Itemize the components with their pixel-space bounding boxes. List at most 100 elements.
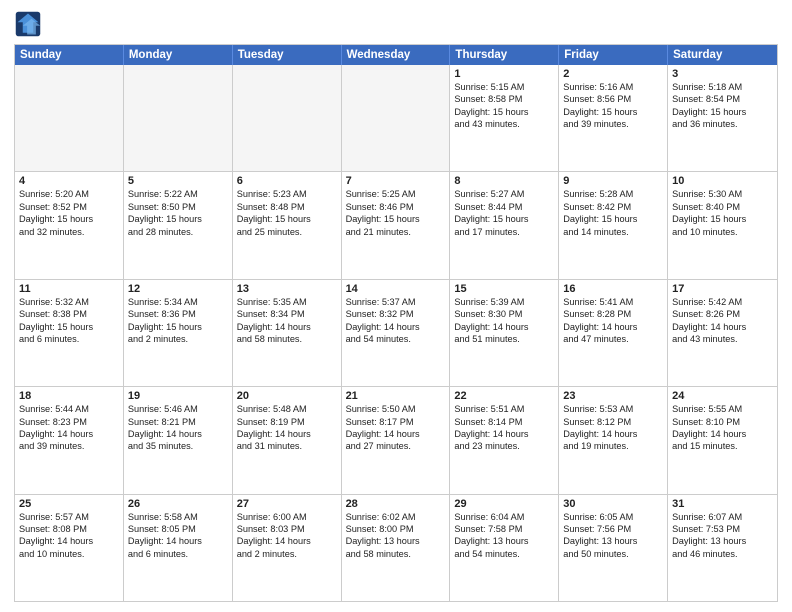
day-info: Sunrise: 6:07 AM Sunset: 7:53 PM Dayligh…: [672, 511, 773, 561]
day-number: 23: [563, 390, 663, 402]
calendar-cell: 21Sunrise: 5:50 AM Sunset: 8:17 PM Dayli…: [342, 387, 451, 493]
calendar-cell: 14Sunrise: 5:37 AM Sunset: 8:32 PM Dayli…: [342, 280, 451, 386]
calendar-cell: 24Sunrise: 5:55 AM Sunset: 8:10 PM Dayli…: [668, 387, 777, 493]
day-number: 17: [672, 283, 773, 295]
calendar-cell: 2Sunrise: 5:16 AM Sunset: 8:56 PM Daylig…: [559, 65, 668, 171]
day-number: 31: [672, 498, 773, 510]
header: [14, 10, 778, 38]
day-number: 19: [128, 390, 228, 402]
calendar-header-cell: Monday: [124, 45, 233, 65]
calendar-cell: 26Sunrise: 5:58 AM Sunset: 8:05 PM Dayli…: [124, 495, 233, 601]
day-info: Sunrise: 6:02 AM Sunset: 8:00 PM Dayligh…: [346, 511, 446, 561]
day-number: 14: [346, 283, 446, 295]
calendar-week: 1Sunrise: 5:15 AM Sunset: 8:58 PM Daylig…: [15, 65, 777, 172]
day-info: Sunrise: 6:00 AM Sunset: 8:03 PM Dayligh…: [237, 511, 337, 561]
day-number: 3: [672, 68, 773, 80]
page: SundayMondayTuesdayWednesdayThursdayFrid…: [0, 0, 792, 612]
calendar-week: 25Sunrise: 5:57 AM Sunset: 8:08 PM Dayli…: [15, 495, 777, 601]
day-number: 5: [128, 175, 228, 187]
calendar: SundayMondayTuesdayWednesdayThursdayFrid…: [14, 44, 778, 602]
calendar-cell: 30Sunrise: 6:05 AM Sunset: 7:56 PM Dayli…: [559, 495, 668, 601]
day-info: Sunrise: 5:28 AM Sunset: 8:42 PM Dayligh…: [563, 188, 663, 238]
calendar-cell: 18Sunrise: 5:44 AM Sunset: 8:23 PM Dayli…: [15, 387, 124, 493]
calendar-cell: 8Sunrise: 5:27 AM Sunset: 8:44 PM Daylig…: [450, 172, 559, 278]
calendar-cell: [15, 65, 124, 171]
day-number: 9: [563, 175, 663, 187]
day-number: 13: [237, 283, 337, 295]
calendar-cell: 20Sunrise: 5:48 AM Sunset: 8:19 PM Dayli…: [233, 387, 342, 493]
day-info: Sunrise: 5:55 AM Sunset: 8:10 PM Dayligh…: [672, 403, 773, 453]
day-number: 2: [563, 68, 663, 80]
calendar-header-cell: Thursday: [450, 45, 559, 65]
day-info: Sunrise: 5:20 AM Sunset: 8:52 PM Dayligh…: [19, 188, 119, 238]
day-number: 10: [672, 175, 773, 187]
day-info: Sunrise: 5:57 AM Sunset: 8:08 PM Dayligh…: [19, 511, 119, 561]
day-info: Sunrise: 5:50 AM Sunset: 8:17 PM Dayligh…: [346, 403, 446, 453]
calendar-cell: 16Sunrise: 5:41 AM Sunset: 8:28 PM Dayli…: [559, 280, 668, 386]
day-number: 20: [237, 390, 337, 402]
calendar-cell: 4Sunrise: 5:20 AM Sunset: 8:52 PM Daylig…: [15, 172, 124, 278]
calendar-cell: 6Sunrise: 5:23 AM Sunset: 8:48 PM Daylig…: [233, 172, 342, 278]
day-info: Sunrise: 5:51 AM Sunset: 8:14 PM Dayligh…: [454, 403, 554, 453]
day-info: Sunrise: 5:15 AM Sunset: 8:58 PM Dayligh…: [454, 81, 554, 131]
calendar-cell: 27Sunrise: 6:00 AM Sunset: 8:03 PM Dayli…: [233, 495, 342, 601]
day-number: 26: [128, 498, 228, 510]
day-number: 25: [19, 498, 119, 510]
calendar-cell: [233, 65, 342, 171]
day-info: Sunrise: 5:32 AM Sunset: 8:38 PM Dayligh…: [19, 296, 119, 346]
calendar-cell: 28Sunrise: 6:02 AM Sunset: 8:00 PM Dayli…: [342, 495, 451, 601]
calendar-cell: 23Sunrise: 5:53 AM Sunset: 8:12 PM Dayli…: [559, 387, 668, 493]
day-number: 29: [454, 498, 554, 510]
calendar-cell: 10Sunrise: 5:30 AM Sunset: 8:40 PM Dayli…: [668, 172, 777, 278]
calendar-header-cell: Wednesday: [342, 45, 451, 65]
calendar-cell: [124, 65, 233, 171]
day-number: 18: [19, 390, 119, 402]
calendar-cell: 31Sunrise: 6:07 AM Sunset: 7:53 PM Dayli…: [668, 495, 777, 601]
calendar-cell: 11Sunrise: 5:32 AM Sunset: 8:38 PM Dayli…: [15, 280, 124, 386]
day-number: 21: [346, 390, 446, 402]
day-number: 11: [19, 283, 119, 295]
day-info: Sunrise: 5:53 AM Sunset: 8:12 PM Dayligh…: [563, 403, 663, 453]
day-info: Sunrise: 5:58 AM Sunset: 8:05 PM Dayligh…: [128, 511, 228, 561]
calendar-cell: 9Sunrise: 5:28 AM Sunset: 8:42 PM Daylig…: [559, 172, 668, 278]
day-info: Sunrise: 5:23 AM Sunset: 8:48 PM Dayligh…: [237, 188, 337, 238]
logo: [14, 10, 44, 38]
day-info: Sunrise: 6:04 AM Sunset: 7:58 PM Dayligh…: [454, 511, 554, 561]
day-info: Sunrise: 5:16 AM Sunset: 8:56 PM Dayligh…: [563, 81, 663, 131]
calendar-cell: [342, 65, 451, 171]
calendar-cell: 25Sunrise: 5:57 AM Sunset: 8:08 PM Dayli…: [15, 495, 124, 601]
day-number: 30: [563, 498, 663, 510]
day-info: Sunrise: 5:30 AM Sunset: 8:40 PM Dayligh…: [672, 188, 773, 238]
day-info: Sunrise: 6:05 AM Sunset: 7:56 PM Dayligh…: [563, 511, 663, 561]
day-number: 4: [19, 175, 119, 187]
calendar-cell: 12Sunrise: 5:34 AM Sunset: 8:36 PM Dayli…: [124, 280, 233, 386]
day-number: 28: [346, 498, 446, 510]
calendar-cell: 19Sunrise: 5:46 AM Sunset: 8:21 PM Dayli…: [124, 387, 233, 493]
calendar-header-cell: Sunday: [15, 45, 124, 65]
day-info: Sunrise: 5:25 AM Sunset: 8:46 PM Dayligh…: [346, 188, 446, 238]
calendar-cell: 22Sunrise: 5:51 AM Sunset: 8:14 PM Dayli…: [450, 387, 559, 493]
day-number: 15: [454, 283, 554, 295]
calendar-cell: 29Sunrise: 6:04 AM Sunset: 7:58 PM Dayli…: [450, 495, 559, 601]
day-number: 7: [346, 175, 446, 187]
day-info: Sunrise: 5:18 AM Sunset: 8:54 PM Dayligh…: [672, 81, 773, 131]
calendar-cell: 1Sunrise: 5:15 AM Sunset: 8:58 PM Daylig…: [450, 65, 559, 171]
day-info: Sunrise: 5:41 AM Sunset: 8:28 PM Dayligh…: [563, 296, 663, 346]
calendar-week: 4Sunrise: 5:20 AM Sunset: 8:52 PM Daylig…: [15, 172, 777, 279]
calendar-body: 1Sunrise: 5:15 AM Sunset: 8:58 PM Daylig…: [15, 65, 777, 601]
day-info: Sunrise: 5:48 AM Sunset: 8:19 PM Dayligh…: [237, 403, 337, 453]
day-number: 27: [237, 498, 337, 510]
calendar-cell: 3Sunrise: 5:18 AM Sunset: 8:54 PM Daylig…: [668, 65, 777, 171]
calendar-header-row: SundayMondayTuesdayWednesdayThursdayFrid…: [15, 45, 777, 65]
calendar-cell: 7Sunrise: 5:25 AM Sunset: 8:46 PM Daylig…: [342, 172, 451, 278]
day-number: 22: [454, 390, 554, 402]
day-info: Sunrise: 5:46 AM Sunset: 8:21 PM Dayligh…: [128, 403, 228, 453]
day-number: 8: [454, 175, 554, 187]
day-number: 12: [128, 283, 228, 295]
day-number: 24: [672, 390, 773, 402]
calendar-week: 11Sunrise: 5:32 AM Sunset: 8:38 PM Dayli…: [15, 280, 777, 387]
logo-icon: [14, 10, 42, 38]
day-number: 1: [454, 68, 554, 80]
day-info: Sunrise: 5:27 AM Sunset: 8:44 PM Dayligh…: [454, 188, 554, 238]
calendar-week: 18Sunrise: 5:44 AM Sunset: 8:23 PM Dayli…: [15, 387, 777, 494]
